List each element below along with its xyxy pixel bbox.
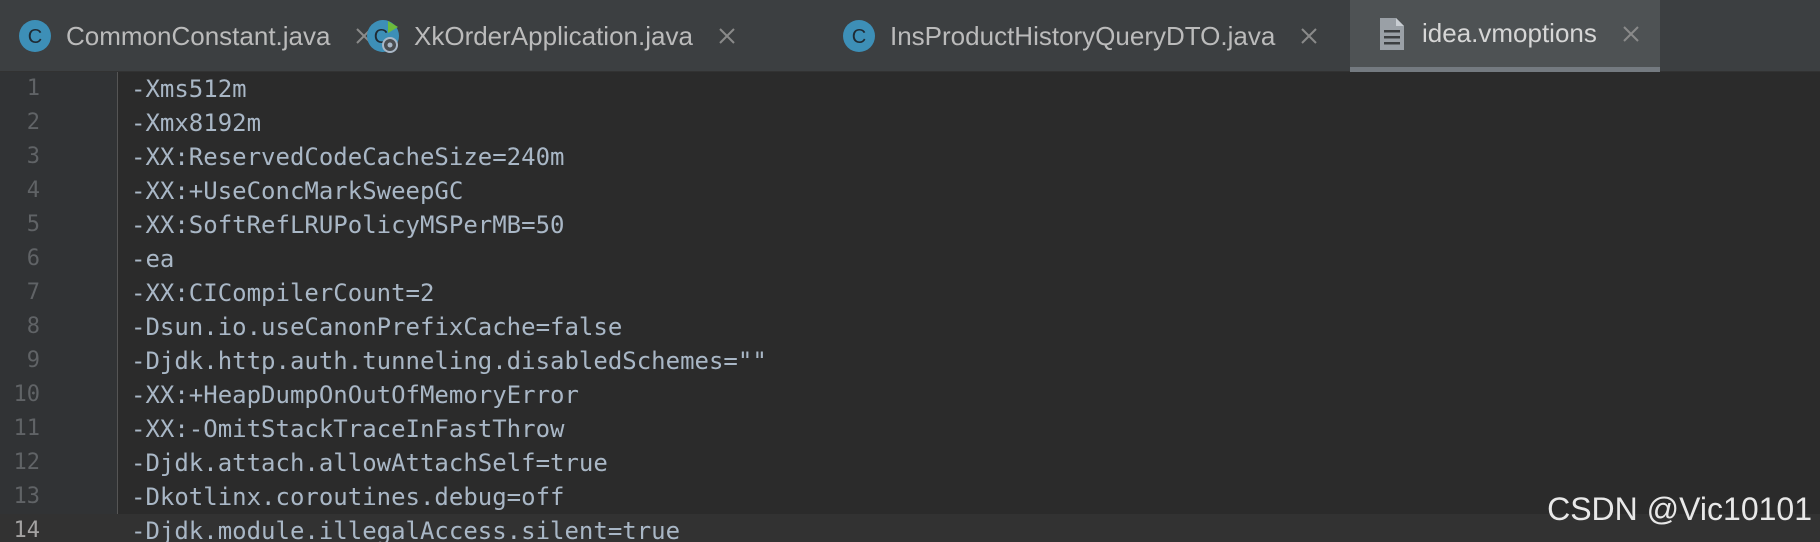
- line-number: 4: [26, 178, 40, 203]
- code-text[interactable]: -XX:-OmitStackTraceInFastThrow: [131, 412, 564, 446]
- code-text[interactable]: -Djdk.module.illegalAccess.silent=true: [131, 514, 680, 542]
- tab-xk-order-application[interactable]: C XkOrderApplication.java: [362, 0, 735, 72]
- spring-application-icon: C: [366, 19, 400, 53]
- line-number: 8: [26, 314, 40, 339]
- line-number: 12: [13, 450, 41, 475]
- close-icon[interactable]: [715, 24, 739, 48]
- code-line[interactable]: 6 -ea: [0, 242, 1820, 276]
- code-text[interactable]: -Dkotlinx.coroutines.debug=off: [131, 480, 564, 514]
- code-line[interactable]: 1 -Xms512m: [0, 72, 1820, 106]
- line-number: 13: [13, 484, 41, 509]
- tab-idea-vmoptions[interactable]: idea.vmoptions: [1350, 0, 1660, 72]
- svg-text:C: C: [852, 26, 866, 48]
- code-line[interactable]: 4 -XX:+UseConcMarkSweepGC: [0, 174, 1820, 208]
- editor-tab-bar: C CommonConstant.java C XkOrderApplicati…: [0, 0, 1820, 72]
- code-line[interactable]: 9 -Djdk.http.auth.tunneling.disabledSche…: [0, 344, 1820, 378]
- tab-label: idea.vmoptions: [1422, 18, 1597, 48]
- line-number: 5: [26, 212, 40, 237]
- code-text[interactable]: -Djdk.attach.allowAttachSelf=true: [131, 446, 608, 480]
- code-text[interactable]: -ea: [131, 242, 174, 276]
- close-icon[interactable]: [1619, 22, 1643, 46]
- line-number: 2: [26, 110, 40, 135]
- code-line[interactable]: 2 -Xmx8192m: [0, 106, 1820, 140]
- text-file-icon: [1374, 17, 1408, 51]
- tab-ins-product-history-query-dto[interactable]: C InsProductHistoryQueryDTO.java: [838, 0, 1318, 72]
- java-class-icon: C: [18, 19, 52, 53]
- line-number: 11: [13, 416, 41, 441]
- svg-text:C: C: [28, 26, 42, 48]
- code-line[interactable]: 12 -Djdk.attach.allowAttachSelf=true: [0, 446, 1820, 480]
- code-line[interactable]: 3 -XX:ReservedCodeCacheSize=240m: [0, 140, 1820, 174]
- code-text[interactable]: -XX:+UseConcMarkSweepGC: [131, 174, 463, 208]
- line-number: 1: [26, 76, 40, 101]
- line-number: 10: [13, 382, 41, 407]
- tab-label: XkOrderApplication.java: [414, 20, 693, 51]
- line-number: 6: [26, 246, 40, 271]
- code-text[interactable]: -XX:CICompilerCount=2: [131, 276, 434, 310]
- code-text[interactable]: -XX:+HeapDumpOnOutOfMemoryError: [131, 378, 579, 412]
- code-text[interactable]: -Xmx8192m: [131, 106, 261, 140]
- java-class-icon: C: [842, 19, 876, 53]
- code-line[interactable]: 5 -XX:SoftRefLRUPolicyMSPerMB=50: [0, 208, 1820, 242]
- line-number: 9: [26, 348, 40, 373]
- watermark: CSDN @Vic10101: [1547, 491, 1812, 527]
- code-text[interactable]: -XX:SoftRefLRUPolicyMSPerMB=50: [131, 208, 564, 242]
- close-icon[interactable]: [1297, 24, 1321, 48]
- code-line[interactable]: 8 -Dsun.io.useCanonPrefixCache=false: [0, 310, 1820, 344]
- tab-label: CommonConstant.java: [66, 20, 331, 51]
- tab-common-constant[interactable]: C CommonConstant.java: [14, 0, 373, 72]
- code-text[interactable]: -Xms512m: [131, 72, 247, 106]
- code-text[interactable]: -Djdk.http.auth.tunneling.disabledScheme…: [131, 344, 767, 378]
- line-number: 3: [26, 144, 40, 169]
- line-number: 14: [13, 518, 41, 542]
- code-editor[interactable]: 1 -Xms512m 2 -Xmx8192m 3 -XX:ReservedCod…: [0, 72, 1820, 542]
- tab-label: InsProductHistoryQueryDTO.java: [890, 20, 1276, 51]
- code-line[interactable]: 10 -XX:+HeapDumpOnOutOfMemoryError: [0, 378, 1820, 412]
- code-line[interactable]: 7 -XX:CICompilerCount=2: [0, 276, 1820, 310]
- code-line[interactable]: 11 -XX:-OmitStackTraceInFastThrow: [0, 412, 1820, 446]
- code-text[interactable]: -Dsun.io.useCanonPrefixCache=false: [131, 310, 622, 344]
- code-text[interactable]: -XX:ReservedCodeCacheSize=240m: [131, 140, 564, 174]
- line-number: 7: [26, 280, 40, 305]
